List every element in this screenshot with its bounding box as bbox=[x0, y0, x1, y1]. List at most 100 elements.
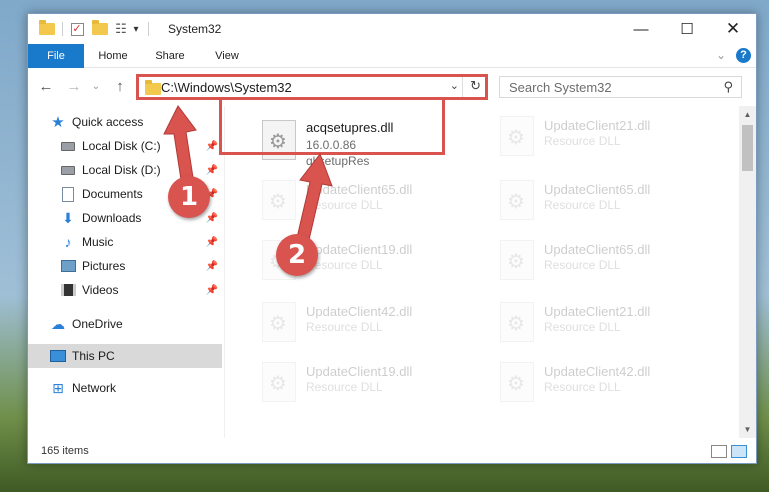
network-icon: ⊞ bbox=[52, 379, 64, 396]
file-type: Resource DLL bbox=[544, 380, 621, 394]
file-type: Resource DLL bbox=[544, 134, 621, 148]
minimize-button[interactable]: — bbox=[618, 14, 664, 44]
sidebar-item-label: Quick access bbox=[72, 115, 144, 129]
window-title: System32 bbox=[168, 22, 222, 36]
recent-chevron-icon[interactable]: ⌄ bbox=[86, 76, 106, 96]
toolbar-divider bbox=[148, 22, 149, 36]
expand-ribbon-icon[interactable]: ⌄ bbox=[716, 48, 726, 62]
search-icon[interactable]: ⚲ bbox=[723, 79, 733, 95]
address-path[interactable]: C:\Windows\System32 bbox=[161, 80, 292, 95]
pin-icon[interactable]: 📌 bbox=[206, 261, 218, 272]
tab-home[interactable]: Home bbox=[90, 44, 136, 68]
annotation-badge-2: 2 bbox=[276, 234, 318, 276]
videos-icon bbox=[60, 282, 76, 298]
maximize-button[interactable]: ☐ bbox=[664, 14, 710, 44]
file-name: UpdateClient42.dll bbox=[306, 304, 413, 319]
file-item[interactable]: UpdateClient65.dll Resource DLL bbox=[488, 176, 708, 234]
pin-icon[interactable]: 📌 bbox=[206, 285, 218, 296]
search-input[interactable]: Search System32 ⚲ bbox=[499, 76, 742, 98]
tab-file[interactable]: File bbox=[28, 44, 84, 68]
details-view-icon[interactable] bbox=[711, 445, 727, 458]
address-divider bbox=[462, 77, 463, 97]
tab-view[interactable]: View bbox=[204, 44, 250, 68]
star-icon: ★ bbox=[51, 114, 65, 131]
drive-icon bbox=[60, 138, 76, 154]
dll-file-icon bbox=[262, 362, 296, 402]
file-type: Resource DLL bbox=[544, 258, 621, 272]
file-item[interactable]: UpdateClient42.dll Resource DLL bbox=[488, 358, 708, 416]
pin-icon[interactable]: 📌 bbox=[206, 237, 218, 248]
file-name: UpdateClient42.dll bbox=[544, 364, 651, 379]
large-icons-view-icon[interactable] bbox=[731, 445, 747, 458]
pin-icon[interactable]: 📌 bbox=[206, 213, 218, 224]
file-name: UpdateClient21.dll bbox=[544, 118, 651, 133]
dll-file-icon bbox=[500, 180, 534, 220]
computer-icon bbox=[50, 348, 66, 364]
scroll-up-icon[interactable]: ▲ bbox=[739, 106, 756, 123]
music-icon: ♪ bbox=[64, 234, 72, 250]
file-item[interactable]: UpdateClient65.dll Resource DLL bbox=[250, 176, 470, 234]
sidebar-item-label: Downloads bbox=[82, 211, 142, 225]
file-item[interactable]: UpdateClient65.dll Resource DLL bbox=[488, 236, 708, 294]
status-bar: 165 items bbox=[28, 440, 756, 463]
new-folder-icon[interactable] bbox=[91, 20, 109, 38]
properties-check-icon[interactable]: ✓ bbox=[68, 20, 86, 38]
ribbon-tabs: File Home Share View ⌄ ? bbox=[28, 44, 756, 68]
pane-divider[interactable] bbox=[224, 106, 225, 438]
forward-arrow-icon[interactable]: → bbox=[64, 76, 84, 96]
tab-share[interactable]: Share bbox=[146, 44, 194, 68]
sidebar-item-network[interactable]: ⊞ Network bbox=[28, 376, 222, 400]
sidebar-item-label: Network bbox=[72, 381, 117, 395]
chevron-down-icon[interactable]: ▾ bbox=[130, 20, 142, 38]
back-arrow-icon[interactable]: ← bbox=[36, 76, 56, 96]
refresh-icon[interactable]: ↻ bbox=[470, 78, 481, 94]
dll-file-icon bbox=[500, 116, 534, 156]
close-button[interactable]: ✕ bbox=[710, 14, 756, 44]
sidebar-item-music[interactable]: ♪ Music 📌 bbox=[28, 230, 222, 254]
sidebar-item-this-pc[interactable]: This PC bbox=[28, 344, 222, 368]
sidebar-item-label: Local Disk (D:) bbox=[82, 163, 161, 177]
file-type: Resource DLL bbox=[306, 380, 383, 394]
file-item[interactable]: UpdateClient21.dll Resource DLL bbox=[488, 112, 708, 170]
sidebar-item-pictures[interactable]: Pictures 📌 bbox=[28, 254, 222, 278]
sidebar-item-label: Music bbox=[82, 235, 114, 249]
annotation-badge-1: 1 bbox=[168, 176, 210, 218]
file-type: Resource DLL bbox=[306, 258, 383, 272]
dll-file-icon bbox=[262, 302, 296, 342]
sidebar-item-onedrive[interactable]: ☁ OneDrive bbox=[28, 312, 222, 336]
sidebar-item-label: Pictures bbox=[82, 259, 126, 273]
download-icon: ⬇ bbox=[62, 209, 74, 226]
sidebar-item-label: This PC bbox=[72, 349, 115, 363]
sidebar-item-label: Videos bbox=[82, 283, 119, 297]
file-name: UpdateClient21.dll bbox=[544, 304, 651, 319]
dll-file-icon bbox=[500, 362, 534, 402]
sidebar-item-label: Local Disk (C:) bbox=[82, 139, 161, 153]
toolbar-divider bbox=[62, 22, 63, 36]
file-name: UpdateClient65.dll bbox=[544, 242, 651, 257]
file-item[interactable]: UpdateClient19.dll Resource DLL bbox=[250, 358, 470, 416]
dll-file-icon bbox=[500, 240, 534, 280]
chevron-down-icon[interactable]: ⌄ bbox=[450, 79, 459, 92]
file-type: Resource DLL bbox=[544, 320, 621, 334]
folder-icon bbox=[38, 20, 56, 38]
folder-icon bbox=[145, 80, 161, 95]
cloud-icon: ☁ bbox=[51, 315, 65, 332]
file-type: Resource DLL bbox=[306, 320, 383, 334]
scroll-thumb[interactable] bbox=[742, 125, 753, 171]
title-bar: ✓ ☷ ▾ System32 — ☐ ✕ bbox=[28, 14, 756, 44]
up-arrow-icon[interactable]: ↑ bbox=[110, 76, 130, 96]
properties-icon[interactable]: ☷ bbox=[112, 20, 130, 38]
pictures-icon bbox=[60, 258, 76, 274]
scroll-down-icon[interactable]: ▼ bbox=[739, 421, 756, 438]
file-type: Resource DLL bbox=[544, 198, 621, 212]
file-item[interactable]: UpdateClient21.dll Resource DLL bbox=[488, 298, 708, 356]
dll-file-icon bbox=[500, 302, 534, 342]
help-icon[interactable]: ? bbox=[736, 48, 751, 63]
explorer-window: ✓ ☷ ▾ System32 — ☐ ✕ File Home Share Vie… bbox=[27, 13, 757, 464]
documents-icon bbox=[60, 186, 76, 202]
file-item[interactable]: UpdateClient42.dll Resource DLL bbox=[250, 298, 470, 356]
vertical-scrollbar[interactable]: ▲ ▼ bbox=[739, 106, 756, 438]
sidebar-item-videos[interactable]: Videos 📌 bbox=[28, 278, 222, 302]
sidebar-item-label: Documents bbox=[82, 187, 143, 201]
drive-icon bbox=[60, 162, 76, 178]
